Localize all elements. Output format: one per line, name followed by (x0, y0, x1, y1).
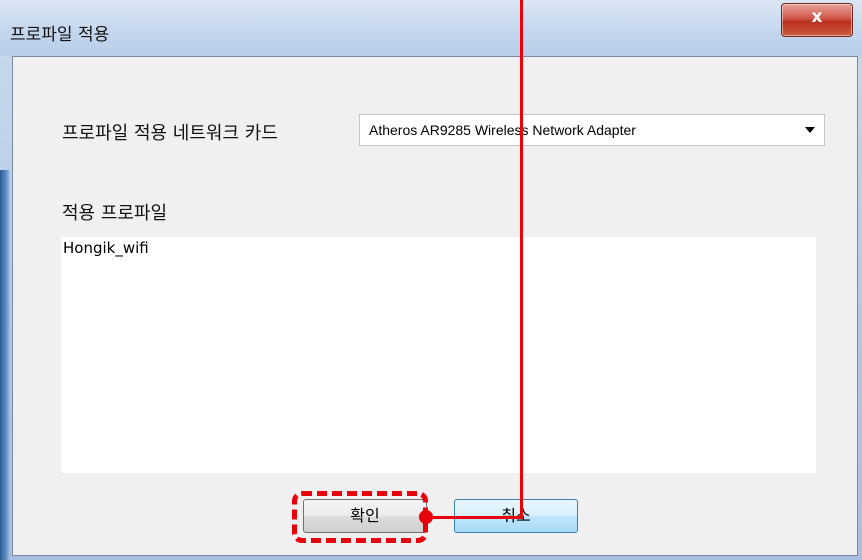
adapter-label: 프로파일 적용 네트워크 카드 (62, 123, 278, 144)
adapter-dropdown-value: Atheros AR9285 Wireless Network Adapter (369, 122, 636, 138)
profile-list[interactable]: Hongik_wifi (61, 237, 816, 473)
chevron-down-icon[interactable] (805, 127, 815, 133)
window-title: 프로파일 적용 (10, 25, 110, 45)
annotation-connector-vertical (520, 0, 523, 519)
list-item[interactable]: Hongik_wifi (63, 239, 149, 257)
profile-label: 적용 프로파일 (62, 203, 168, 224)
annotation-highlight-box (292, 491, 428, 543)
title-bar[interactable]: 프로파일 적용 (0, 0, 862, 56)
adapter-dropdown[interactable]: Atheros AR9285 Wireless Network Adapter (359, 114, 825, 146)
window-frame-edge (0, 170, 10, 560)
close-icon: x (811, 7, 823, 27)
annotation-dot (419, 510, 433, 524)
annotation-connector-horizontal (426, 516, 523, 519)
close-button[interactable]: x (781, 3, 853, 37)
